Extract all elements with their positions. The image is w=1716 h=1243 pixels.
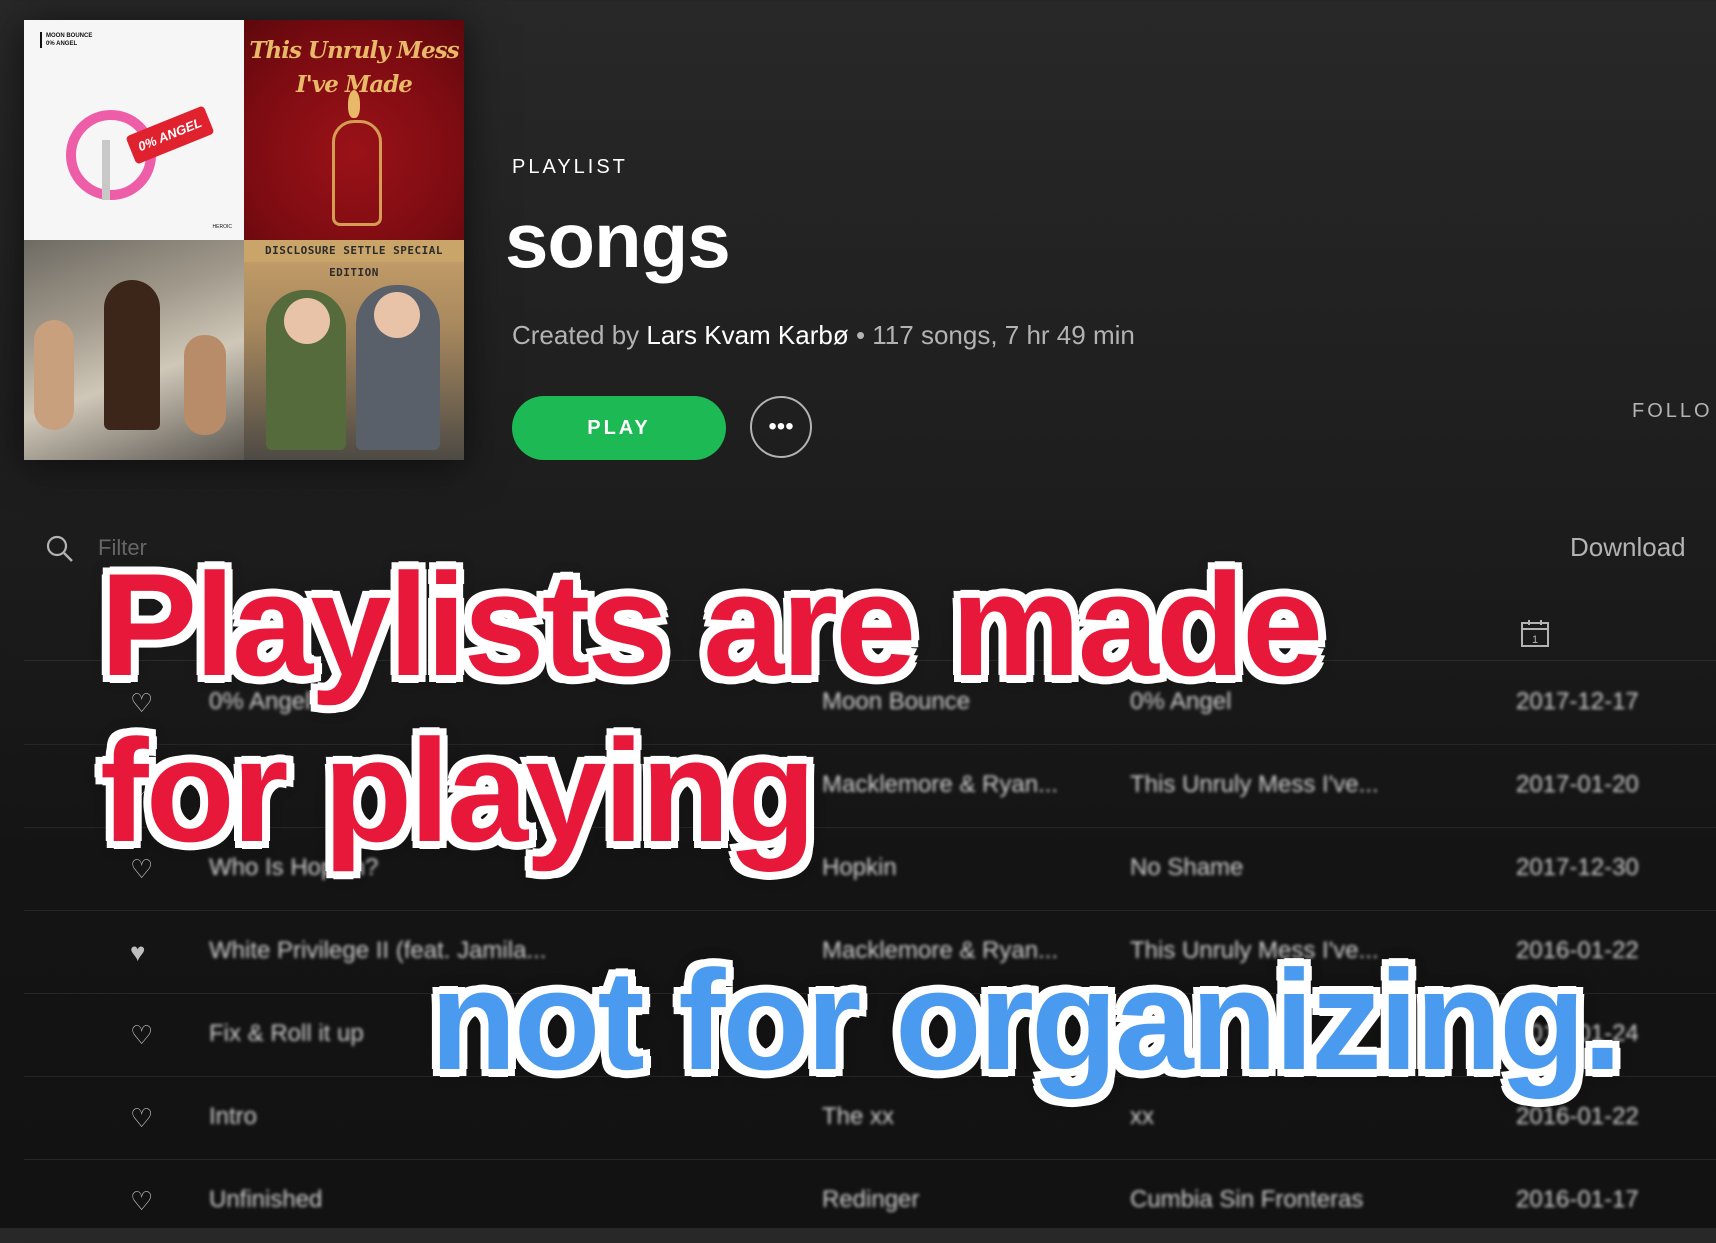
figure-right	[184, 335, 226, 435]
track-album[interactable]: This Unruly Mess I've...	[1130, 771, 1460, 799]
keychain-tag: 0% ANGEL	[125, 105, 215, 165]
figure-center	[104, 280, 160, 430]
track-title: Unfinished	[209, 1186, 323, 1213]
cover-tile-disclosure: DISCLOSURE SETTLE SPECIAL EDITION	[244, 240, 464, 460]
cover-tile-label: MOON BOUNCE 0% ANGEL	[40, 32, 92, 48]
track-date-added: 2017-12-17	[1516, 688, 1639, 715]
track-album[interactable]: No Shame	[1130, 854, 1460, 882]
track-date-added: 2017-12-30	[1516, 854, 1639, 881]
playlist-cover-collage: MOON BOUNCE 0% ANGEL 0% ANGEL HEROIC Thi…	[24, 20, 464, 460]
track-artist[interactable]: Macklemore & Ryan...	[822, 771, 1102, 799]
playlist-stats: • 117 songs, 7 hr 49 min	[855, 320, 1135, 350]
track-date-added: 2016-01-22	[1516, 1103, 1639, 1130]
figure-left	[34, 320, 74, 430]
track-title: Intro	[209, 1103, 258, 1130]
playlist-type-label: PLAYLIST	[512, 156, 628, 178]
track-album[interactable]: xx	[1130, 1103, 1460, 1131]
key-graphic	[102, 140, 110, 200]
overlay-caption-line2: for playing	[100, 709, 816, 872]
face-left	[284, 298, 330, 344]
overlay-caption-line1: Playlists are made	[100, 543, 1323, 706]
overlay-caption-line3: not for organizing.	[430, 941, 1622, 1100]
search-icon	[46, 535, 73, 562]
track-album[interactable]: Cumbia Sin Fronteras	[1130, 1186, 1460, 1214]
track-row[interactable]: ♡ Unfinished Redinger Cumbia Sin Fronter…	[24, 1160, 1716, 1243]
cover-tile-band: DISCLOSURE SETTLE SPECIAL EDITION	[244, 240, 464, 279]
owner-link[interactable]: Lars Kvam Karbø	[646, 320, 848, 350]
playlist-meta: Created by Lars Kvam Karbø • 117 songs, …	[512, 320, 1135, 351]
heart-icon[interactable]: ♡	[130, 1188, 158, 1214]
play-button[interactable]: PLAY	[512, 396, 726, 460]
flame-graphic	[348, 90, 360, 118]
track-artist[interactable]: The xx	[822, 1103, 1102, 1131]
download-toggle-label[interactable]: Download	[1570, 532, 1686, 563]
svg-text:1: 1	[1532, 634, 1538, 646]
track-date-added: 2017-01-20	[1516, 771, 1639, 798]
heart-icon[interactable]: ♡	[130, 1022, 158, 1048]
cover-tile-moon-bounce: MOON BOUNCE 0% ANGEL 0% ANGEL HEROIC	[24, 20, 244, 240]
track-artist[interactable]: Hopkin	[822, 854, 1102, 882]
face-right	[374, 292, 420, 338]
hand-graphic	[332, 120, 382, 226]
cover-tile-footer: HEROIC	[212, 224, 232, 230]
created-by-prefix: Created by	[512, 320, 640, 350]
heart-icon[interactable]: ♡	[130, 1105, 158, 1131]
page-title: songs	[505, 196, 731, 284]
heart-icon[interactable]: ♥	[130, 939, 158, 965]
cover-tile-unruly-mess: This Unruly Mess I've Made	[244, 20, 464, 240]
calendar-icon[interactable]: 1	[1520, 618, 1550, 648]
track-date-added: 2016-01-17	[1516, 1186, 1639, 1213]
track-artist[interactable]: Redinger	[822, 1186, 1102, 1214]
cover-tile-artwork-figures	[24, 240, 244, 460]
more-options-button[interactable]: •••	[750, 396, 812, 458]
follow-button[interactable]: FOLLO	[1632, 400, 1713, 423]
